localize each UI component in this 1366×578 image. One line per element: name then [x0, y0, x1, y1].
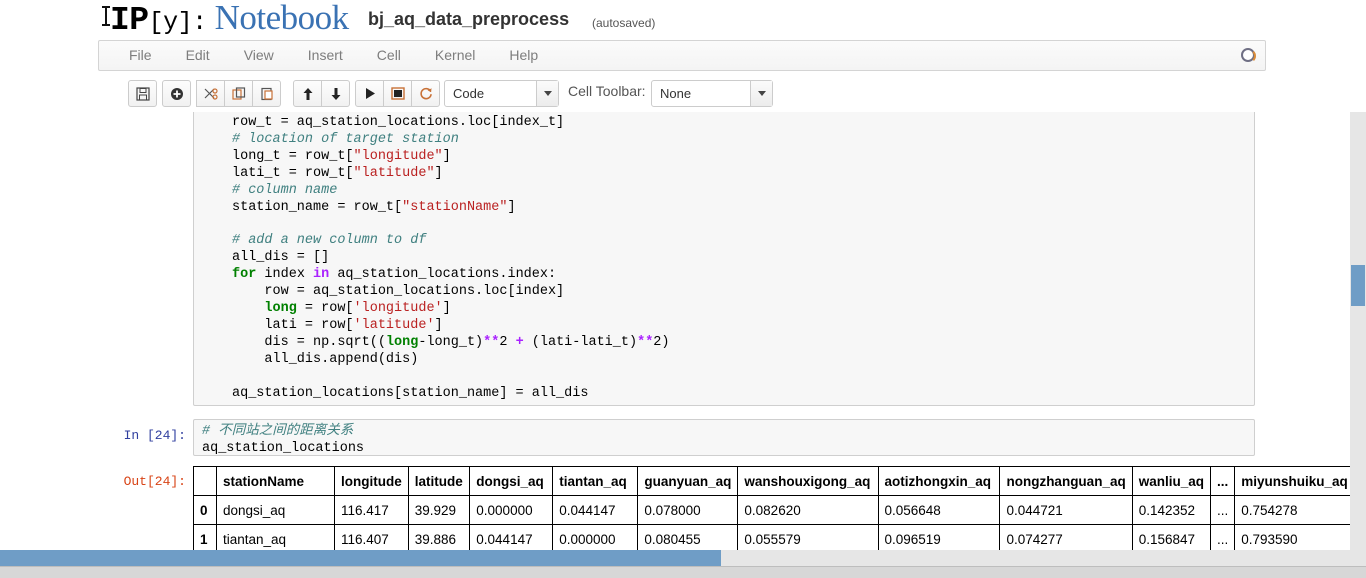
cell-toolbar-value: None [660, 86, 692, 101]
row-index: 1 [193, 524, 217, 550]
cell-aotizhongxin-aq: 0.096519 [877, 524, 1001, 550]
cell-tiantan-aq: 0.044147 [552, 495, 639, 525]
cell-guanyuan-aq: 0.078000 [637, 495, 739, 525]
run-cell-button[interactable] [355, 80, 384, 107]
column-header-aotizhongxin-aq: aotizhongxin_aq [877, 466, 1001, 496]
menu-item-insert[interactable]: Insert [291, 41, 360, 69]
dataframe-output: stationName longitude latitude dongsi_aq… [193, 466, 1366, 550]
menu-item-edit[interactable]: Edit [169, 41, 227, 69]
column-header-wanliu-aq: wanliu_aq [1131, 466, 1211, 496]
cell-tiantan-aq: 0.000000 [552, 524, 639, 550]
column-header-ellipsis: ... [1209, 466, 1236, 496]
move-cell-button-group [293, 80, 350, 107]
move-cell-up-button[interactable] [293, 80, 322, 107]
insert-cell-below-button[interactable] [162, 80, 191, 107]
cell-latitude: 39.929 [407, 495, 471, 525]
logo-notebook-text: Notebook [214, 0, 350, 37]
column-header-stationname: stationName [215, 466, 335, 496]
cell-toolbar-select[interactable]: None [651, 80, 773, 107]
jupyter-notebook-page: IP[y]: Notebook bj_aq_data_preprocess (a… [0, 0, 1366, 578]
move-cell-down-button[interactable] [321, 80, 350, 107]
notebook-name[interactable]: bj_aq_data_preprocess [368, 9, 569, 30]
cell-wanliu-aq: 0.156847 [1131, 524, 1211, 550]
file-edit-button-group [128, 80, 281, 107]
column-header-miyunshuiku-aq: miyunshuiku_aq [1234, 466, 1366, 496]
restart-kernel-button[interactable] [411, 80, 440, 107]
column-header-guanyuan-aq: guanyuan_aq [637, 466, 739, 496]
kernel-idle-circle-icon[interactable] [1241, 48, 1255, 62]
menu-bar: File Edit View Insert Cell Kernel Help [98, 40, 1266, 71]
paste-cell-button[interactable] [252, 80, 281, 107]
notebook-header: IP[y]: Notebook bj_aq_data_preprocess (a… [0, 0, 1366, 40]
table-row: 0 dongsi_aq 116.417 39.929 0.000000 0.04… [193, 495, 1366, 525]
cell-miyunshuiku-aq: 0.754278 [1234, 495, 1366, 525]
cell-miyunshuiku-aq: 0.793590 [1234, 524, 1366, 550]
interrupt-kernel-button[interactable] [383, 80, 412, 107]
dataframe-table: stationName longitude latitude dongsi_aq… [193, 466, 1366, 550]
chevron-down-icon [750, 81, 772, 106]
horizontal-scrollbar-thumb[interactable] [0, 550, 721, 566]
cell-longitude: 116.407 [333, 524, 409, 550]
notebook-toolbar: Code Cell Toolbar: None [98, 77, 1266, 111]
cell-nongzhanguan-aq: 0.074277 [999, 524, 1133, 550]
column-header-nongzhanguan-aq: nongzhanguan_aq [999, 466, 1133, 496]
column-header-index [193, 466, 217, 496]
cell-dongsi-aq: 0.000000 [469, 495, 554, 525]
vertical-scrollbar-thumb[interactable] [1351, 265, 1365, 306]
cell-type-value: Code [453, 86, 485, 101]
menu-item-file[interactable]: File [99, 41, 169, 69]
row-index: 0 [193, 495, 217, 525]
column-header-tiantan-aq: tiantan_aq [552, 466, 639, 496]
jupyter-logo[interactable]: IP[y]: Notebook [110, 0, 349, 39]
table-row: 1 tiantan_aq 116.407 39.886 0.044147 0.0… [193, 524, 1366, 550]
cell-wanshouxigong-aq: 0.055579 [737, 524, 879, 550]
cell-ellipsis: ... [1209, 495, 1236, 525]
run-control-button-group [355, 80, 440, 107]
column-header-wanshouxigong-aq: wanshouxigong_aq [737, 466, 879, 496]
cell-ellipsis: ... [1209, 524, 1236, 550]
cell-guanyuan-aq: 0.080455 [637, 524, 739, 550]
cell-type-select[interactable]: Code [444, 80, 559, 107]
cell-dongsi-aq: 0.044147 [469, 524, 554, 550]
cut-cell-button[interactable] [196, 80, 225, 107]
cell-wanliu-aq: 0.142352 [1131, 495, 1211, 525]
vertical-scrollbar-track[interactable] [1350, 112, 1366, 550]
menu-item-view[interactable]: View [227, 41, 291, 69]
save-button[interactable] [128, 80, 157, 107]
code-content: row_t = aq_station_locations.loc[index_t… [232, 115, 670, 401]
logo-ip-text: IP [110, 2, 149, 39]
input-prompt-label: In [24]: [123, 428, 186, 443]
cell-longitude: 116.417 [333, 495, 409, 525]
cell-aotizhongxin-aq: 0.056648 [877, 495, 1001, 525]
chevron-down-icon [536, 81, 558, 106]
column-header-dongsi-aq: dongsi_aq [469, 466, 554, 496]
cell-nongzhanguan-aq: 0.044721 [999, 495, 1133, 525]
logo-brackets-text: [y]: [148, 8, 208, 37]
output-prompt-label: Out[24]: [123, 474, 186, 489]
code-content-in-24: # 不同站之间的距离关系 aq_station_locations [202, 424, 365, 456]
copy-cell-button[interactable] [224, 80, 253, 107]
menu-item-cell[interactable]: Cell [360, 41, 418, 69]
cell-wanshouxigong-aq: 0.082620 [737, 495, 879, 525]
code-editor-area[interactable]: row_t = aq_station_locations.loc[index_t… [193, 112, 1255, 406]
window-bottom-strip [0, 566, 1366, 578]
menu-item-kernel[interactable]: Kernel [418, 41, 492, 69]
cell-stationname: dongsi_aq [215, 495, 335, 525]
save-status-label: (autosaved) [592, 16, 656, 30]
menu-item-help[interactable]: Help [492, 41, 555, 69]
table-header-row: stationName longitude latitude dongsi_aq… [193, 466, 1366, 496]
cell-stationname: tiantan_aq [215, 524, 335, 550]
code-editor-area-in-24[interactable]: # 不同站之间的距离关系 aq_station_locations [193, 419, 1255, 456]
column-header-longitude: longitude [333, 466, 409, 496]
column-header-latitude: latitude [407, 466, 471, 496]
cell-toolbar-label: Cell Toolbar: [568, 83, 646, 99]
cell-latitude: 39.886 [407, 524, 471, 550]
notebook-cell-area: row_t = aq_station_locations.loc[index_t… [0, 112, 1366, 550]
